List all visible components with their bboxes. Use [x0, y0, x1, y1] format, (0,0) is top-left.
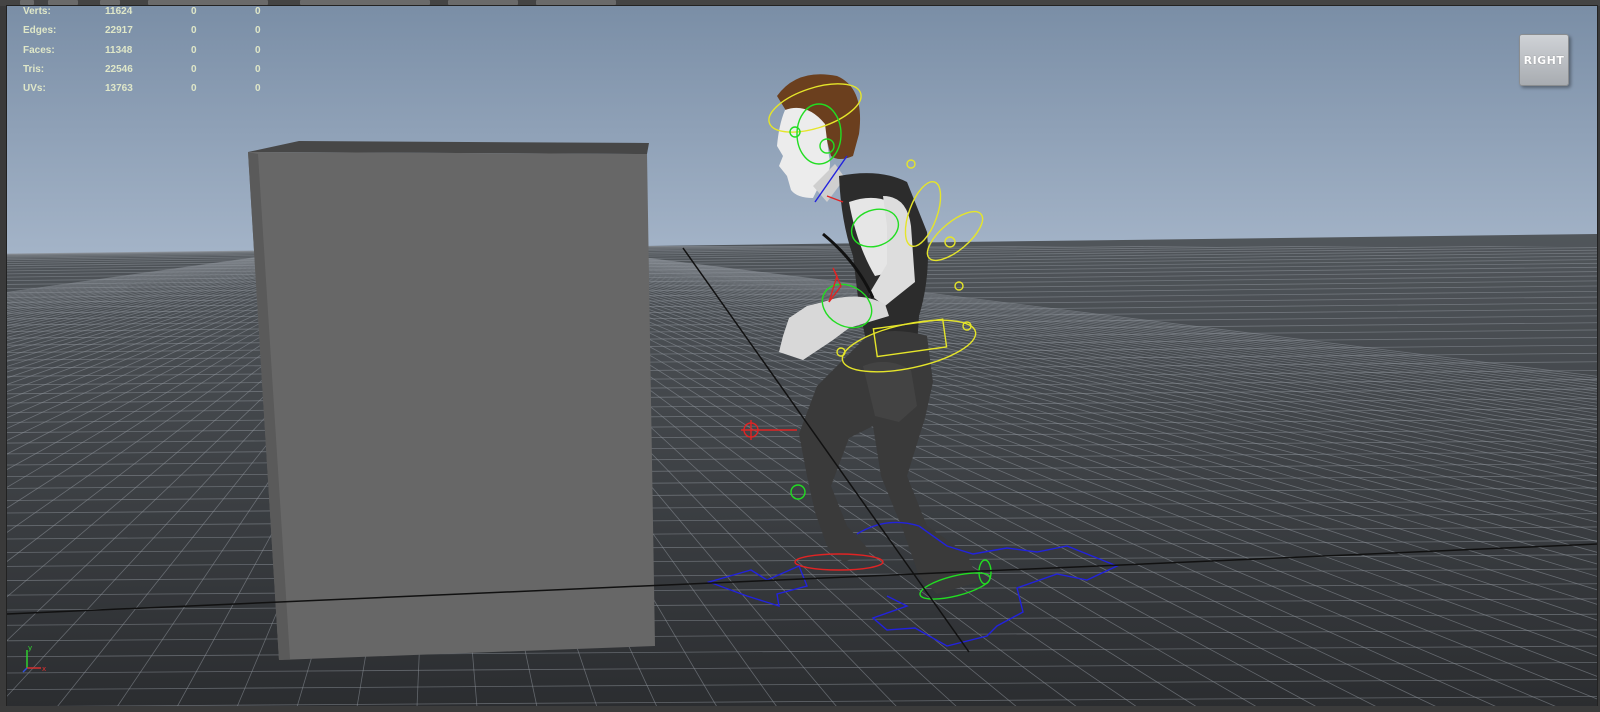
hud-value: 13763	[105, 83, 133, 95]
hud-value: 0	[255, 44, 261, 56]
hud-value: 11348	[105, 44, 133, 56]
hud-value: 0	[191, 63, 197, 75]
hud-label: Edges:	[23, 25, 57, 37]
gray-box[interactable]	[248, 141, 655, 660]
bottom-strip	[0, 706, 1600, 712]
axis-y-label: y	[28, 644, 32, 652]
hud-value: 0	[255, 63, 261, 75]
hud-label: Verts:	[23, 6, 51, 17]
axis-gizmo: y x	[19, 642, 49, 676]
hud-value: 0	[255, 83, 261, 95]
hud-label: Faces:	[23, 44, 55, 56]
viewcube-face-right[interactable]: RIGHT	[1519, 34, 1569, 86]
hud-value: 0	[191, 25, 197, 37]
hud-value: 0	[255, 6, 261, 17]
viewcube[interactable]: RIGHT	[1519, 34, 1569, 86]
viewport-scene[interactable]	[7, 6, 1597, 707]
hud-value: 22917	[105, 25, 133, 37]
hud-value: 11624	[105, 6, 133, 17]
hud-value: 0	[191, 44, 197, 56]
hud-value: 22546	[105, 63, 133, 75]
hud-label: UVs:	[23, 83, 46, 95]
3d-viewport[interactable]: Verts: 11624 0 0 Edges: 22917 0 0 Faces:…	[6, 5, 1598, 708]
axis-x-label: x	[42, 665, 46, 673]
hud-value: 0	[191, 6, 197, 17]
hud-label: Tris:	[23, 63, 45, 75]
hud-value: 0	[191, 83, 197, 95]
hud-value: 0	[255, 25, 261, 37]
